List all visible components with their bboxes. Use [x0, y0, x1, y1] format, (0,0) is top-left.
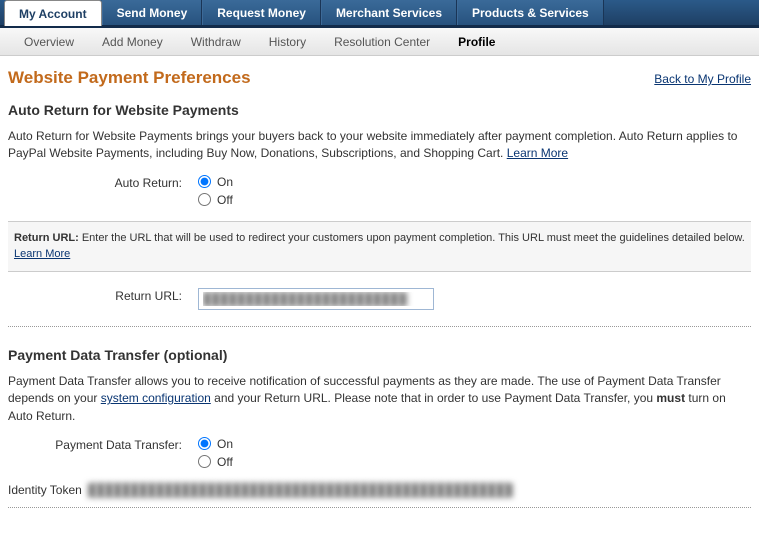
primary-nav: My Account Send Money Request Money Merc…: [0, 0, 759, 28]
pdt-system-configuration-link[interactable]: system configuration: [101, 391, 211, 405]
page-title: Website Payment Preferences: [8, 68, 251, 88]
pdt-heading: Payment Data Transfer (optional): [8, 347, 751, 363]
tab-send-money[interactable]: Send Money: [102, 0, 203, 25]
tab-products-services[interactable]: Products & Services: [457, 0, 604, 25]
return-url-learn-more-link[interactable]: Learn More: [14, 248, 70, 260]
return-url-info-text: Enter the URL that will be used to redir…: [79, 232, 745, 244]
section-divider-2: [8, 507, 751, 508]
content-area: Website Payment Preferences Back to My P…: [0, 56, 759, 528]
auto-return-description: Auto Return for Website Payments brings …: [8, 128, 751, 163]
auto-return-off-radio[interactable]: [198, 193, 211, 206]
subnav-history[interactable]: History: [255, 35, 320, 49]
pdt-must: must: [656, 391, 685, 405]
subnav-add-money[interactable]: Add Money: [88, 35, 177, 49]
back-to-profile-link[interactable]: Back to My Profile: [654, 72, 751, 86]
tab-request-money[interactable]: Request Money: [202, 0, 321, 25]
auto-return-body: Auto Return for Website Payments brings …: [8, 129, 737, 160]
return-url-input[interactable]: [198, 288, 434, 310]
auto-return-on-label: On: [217, 175, 233, 189]
pdt-off-label: Off: [217, 455, 233, 469]
pdt-off-radio[interactable]: [198, 455, 211, 468]
tab-my-account[interactable]: My Account: [4, 0, 102, 26]
auto-return-heading: Auto Return for Website Payments: [8, 102, 751, 118]
auto-return-on-radio[interactable]: [198, 175, 211, 188]
pdt-label: Payment Data Transfer:: [8, 437, 198, 452]
subnav-profile[interactable]: Profile: [444, 35, 509, 49]
tab-merchant-services[interactable]: Merchant Services: [321, 0, 457, 25]
secondary-nav: Overview Add Money Withdraw History Reso…: [0, 28, 759, 56]
subnav-withdraw[interactable]: Withdraw: [177, 35, 255, 49]
auto-return-learn-more-link[interactable]: Learn More: [507, 146, 568, 160]
pdt-on-label: On: [217, 437, 233, 451]
section-divider: [8, 326, 751, 327]
subnav-resolution-center[interactable]: Resolution Center: [320, 35, 444, 49]
return-url-info-label: Return URL:: [14, 232, 79, 244]
subnav-overview[interactable]: Overview: [10, 35, 88, 49]
return-url-label: Return URL:: [8, 288, 198, 303]
identity-token-label: Identity Token: [8, 483, 82, 497]
return-url-info-bar: Return URL: Enter the URL that will be u…: [8, 221, 751, 272]
identity-token-value: ████████████████████████████████████████…: [88, 483, 513, 497]
auto-return-label: Auto Return:: [8, 175, 198, 190]
pdt-description: Payment Data Transfer allows you to rece…: [8, 373, 751, 425]
pdt-on-radio[interactable]: [198, 437, 211, 450]
pdt-body-mid: and your Return URL. Please note that in…: [211, 391, 657, 405]
auto-return-off-label: Off: [217, 193, 233, 207]
